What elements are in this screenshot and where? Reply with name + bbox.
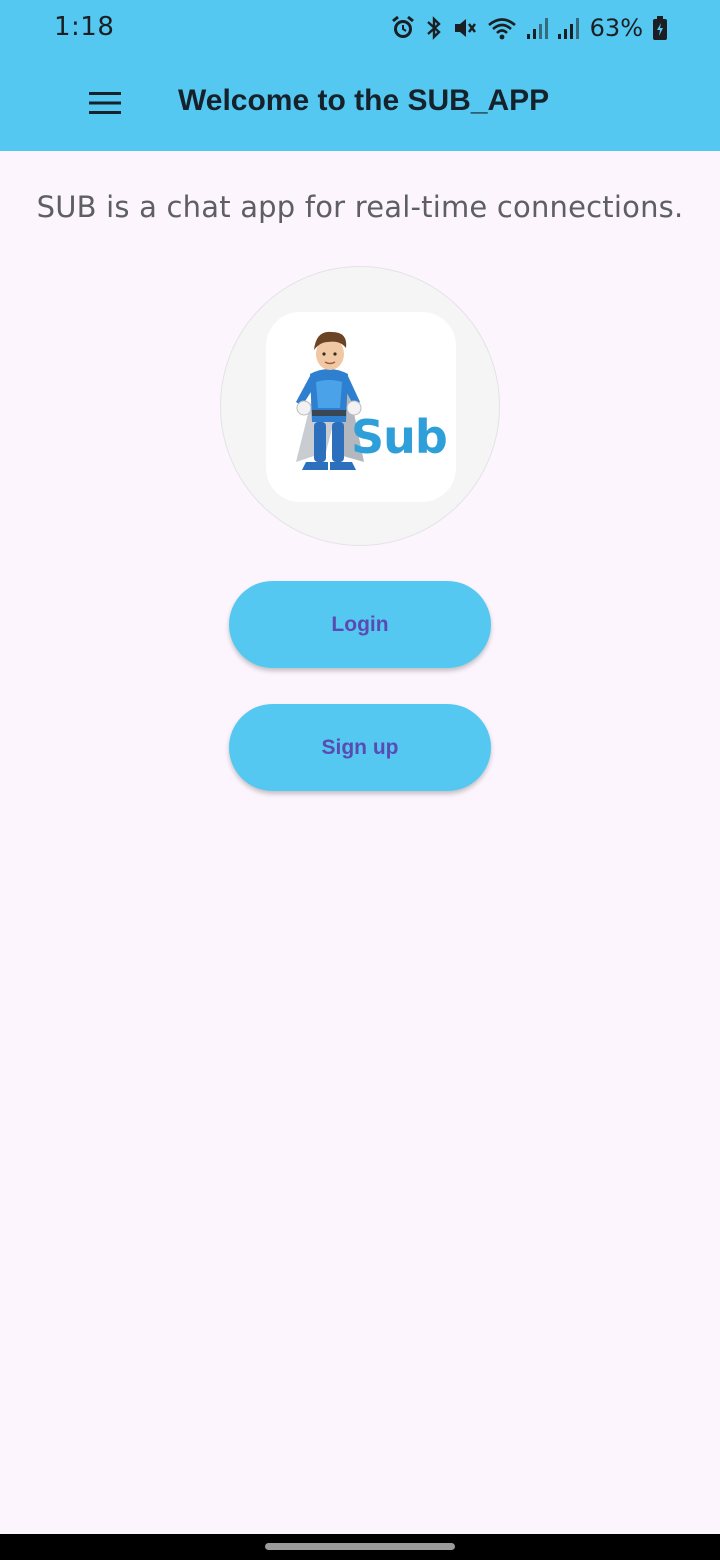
menu-button[interactable]: [80, 78, 130, 128]
signup-button[interactable]: Sign up: [229, 704, 491, 791]
hamburger-menu-icon: [89, 92, 121, 114]
logo-text: Sub: [351, 410, 448, 464]
wifi-icon: [487, 18, 516, 40]
app-bar: Welcome to the SUB_APP: [0, 56, 720, 151]
alarm-icon: [391, 15, 414, 38]
bluetooth-icon: [426, 16, 441, 40]
logo-card: Sub: [266, 312, 456, 502]
status-time: 1:18: [54, 12, 115, 42]
home-gesture-handle[interactable]: [265, 1543, 455, 1550]
status-bar: 1:18 63%: [0, 0, 720, 56]
top-bar: 1:18 63% Welcome to the SUB_APP: [0, 0, 720, 151]
welcome-screen: 1:18 63% Welcome to the SUB_APP SUB is a…: [0, 0, 720, 1560]
app-title: Welcome to the SUB_APP: [178, 84, 550, 117]
tagline: SUB is a chat app for real-time connecti…: [36, 190, 684, 224]
logo-avatar: Sub: [220, 266, 500, 546]
status-icons: 63%: [390, 13, 668, 43]
mute-icon: [454, 19, 476, 37]
battery-percent: 63%: [589, 14, 643, 42]
battery-charging-icon: [653, 16, 667, 40]
login-button[interactable]: Login: [229, 581, 491, 668]
signal-icon: [557, 18, 579, 39]
superhero-mascot-logo: [296, 331, 364, 470]
system-navigation-bar: [0, 1534, 720, 1560]
signal-icon: [526, 18, 548, 39]
